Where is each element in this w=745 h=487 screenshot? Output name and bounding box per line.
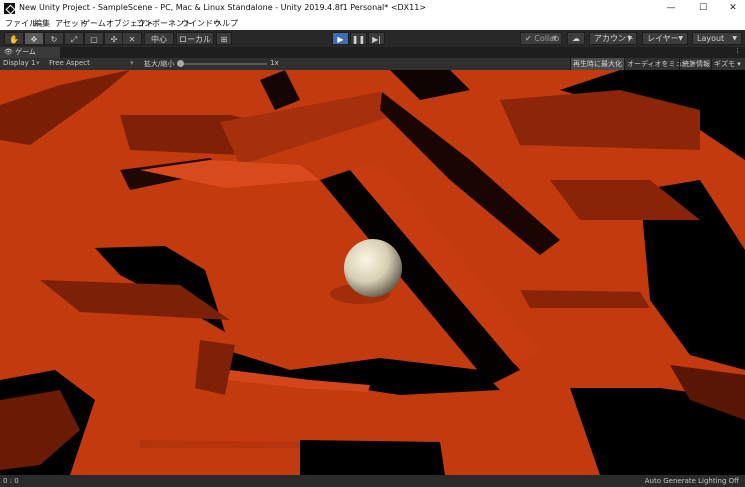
layers-label: レイヤー: [647, 34, 679, 43]
player-ball: [344, 239, 402, 297]
wall-shadow-3: [220, 92, 395, 165]
play-button[interactable]: ▶: [332, 32, 349, 45]
status-left: 0 : 0: [3, 477, 19, 485]
wall-shadow-1: [0, 70, 130, 145]
scale-slider-knob[interactable]: [177, 60, 184, 67]
move-tool-button[interactable]: ✥: [24, 32, 44, 45]
grid-snap-icon: ⊞: [220, 35, 228, 44]
pause-icon: ❚❚: [351, 35, 366, 44]
menu-file[interactable]: ファイル: [5, 18, 37, 29]
maze-scene: [0, 70, 745, 475]
scale-icon: ⤢: [70, 35, 78, 44]
layout-label: Layout: [697, 34, 725, 43]
game-eye-icon: 👁: [4, 48, 16, 56]
wall-shadow-15: [260, 70, 300, 110]
gizmos-dropdown[interactable]: ギズモ ▾: [711, 58, 743, 70]
step-button[interactable]: ▶|: [368, 32, 385, 45]
display-dropdown[interactable]: Display 1: [3, 59, 35, 67]
layers-dropdown[interactable]: レイヤー ▼: [642, 32, 688, 45]
tab-menu-icon[interactable]: ⋮: [734, 47, 741, 55]
step-icon: ▶|: [372, 35, 381, 44]
hand-icon: ✋: [9, 35, 19, 44]
lighting-status[interactable]: Auto Generate Lighting Off: [645, 477, 739, 485]
maximize-on-play-toggle[interactable]: 再生時に最大化: [570, 58, 624, 70]
aspect-dropdown-arrow: ▾: [130, 59, 134, 67]
tab-bar: 👁 ゲーム ⋮: [0, 47, 745, 58]
maximize-button[interactable]: ☐: [688, 1, 718, 16]
hand-tool-button[interactable]: ✋: [4, 32, 24, 45]
space-toggle[interactable]: ローカル: [176, 32, 214, 45]
pause-button[interactable]: ❚❚: [350, 32, 367, 45]
wall-top-4: [140, 440, 300, 448]
scale-label: 拡大/縮小: [144, 60, 175, 68]
game-viewport[interactable]: [0, 70, 745, 475]
rotate-icon: ↻: [50, 35, 58, 44]
space-label: ローカル: [179, 35, 211, 44]
collab-check-icon: ✔: [525, 34, 535, 43]
tab-game-label: ゲーム: [15, 48, 36, 56]
rotate-tool-button[interactable]: ↻: [44, 32, 64, 45]
wall-shadow-10: [520, 290, 650, 308]
layout-dropdown[interactable]: Layout ▼: [692, 32, 742, 45]
play-icon: ▶: [337, 35, 344, 44]
gizmos-label: ギズモ: [714, 60, 735, 68]
rect-tool-button[interactable]: ▢: [84, 32, 104, 45]
close-button[interactable]: ✕: [718, 1, 745, 16]
collab-dropdown[interactable]: ✔ Collab ▼: [520, 32, 562, 45]
transform-icon: ✣: [110, 35, 118, 44]
stats-toggle[interactable]: 統計情報: [679, 58, 712, 70]
title-bar: New Unity Project - SampleScene - PC, Ma…: [0, 0, 745, 17]
scale-tool-button[interactable]: ⤢: [64, 32, 84, 45]
minimize-button[interactable]: —: [656, 1, 686, 16]
main-toolbar: ✋ ✥ ↻ ⤢ ▢ ✣ ✕ 中心 ローカル ⊞ ▶ ❚❚ ▶| ✔ Collab…: [0, 30, 745, 48]
rect-icon: ▢: [90, 35, 98, 44]
cloud-button[interactable]: ☁: [567, 32, 585, 45]
custom-tool-button[interactable]: ✕: [122, 32, 142, 45]
account-dropdown[interactable]: アカウント ▼: [589, 32, 637, 45]
status-bar: 0 : 0 Auto Generate Lighting Off: [0, 475, 745, 487]
tools-icon: ✕: [128, 35, 136, 44]
void-bottom-strip: [300, 440, 445, 475]
tab-game[interactable]: 👁 ゲーム: [0, 47, 60, 58]
wall-shadow-12: [195, 340, 235, 395]
wall-shadow-14: [390, 70, 470, 100]
unity-logo-icon: [4, 3, 15, 14]
menu-bar: ファイル 編集 アセット ゲームオブジェクト コンポーネント ウインドウ ヘルプ: [0, 17, 745, 30]
menu-help[interactable]: ヘルプ: [214, 18, 238, 29]
pivot-toggle[interactable]: 中心: [144, 32, 174, 45]
scale-slider-track[interactable]: [179, 63, 267, 65]
display-dropdown-arrow: ▾: [36, 59, 40, 67]
snap-button[interactable]: ⊞: [216, 32, 232, 45]
move-icon: ✥: [30, 35, 38, 44]
transform-tool-button[interactable]: ✣: [104, 32, 124, 45]
scale-value: 1x: [270, 59, 279, 67]
pivot-label: 中心: [151, 35, 167, 44]
window-title: New Unity Project - SampleScene - PC, Ma…: [19, 3, 427, 12]
aspect-dropdown[interactable]: Free Aspect: [49, 59, 90, 67]
cloud-icon: ☁: [572, 34, 580, 43]
menu-edit[interactable]: 編集: [34, 18, 50, 29]
